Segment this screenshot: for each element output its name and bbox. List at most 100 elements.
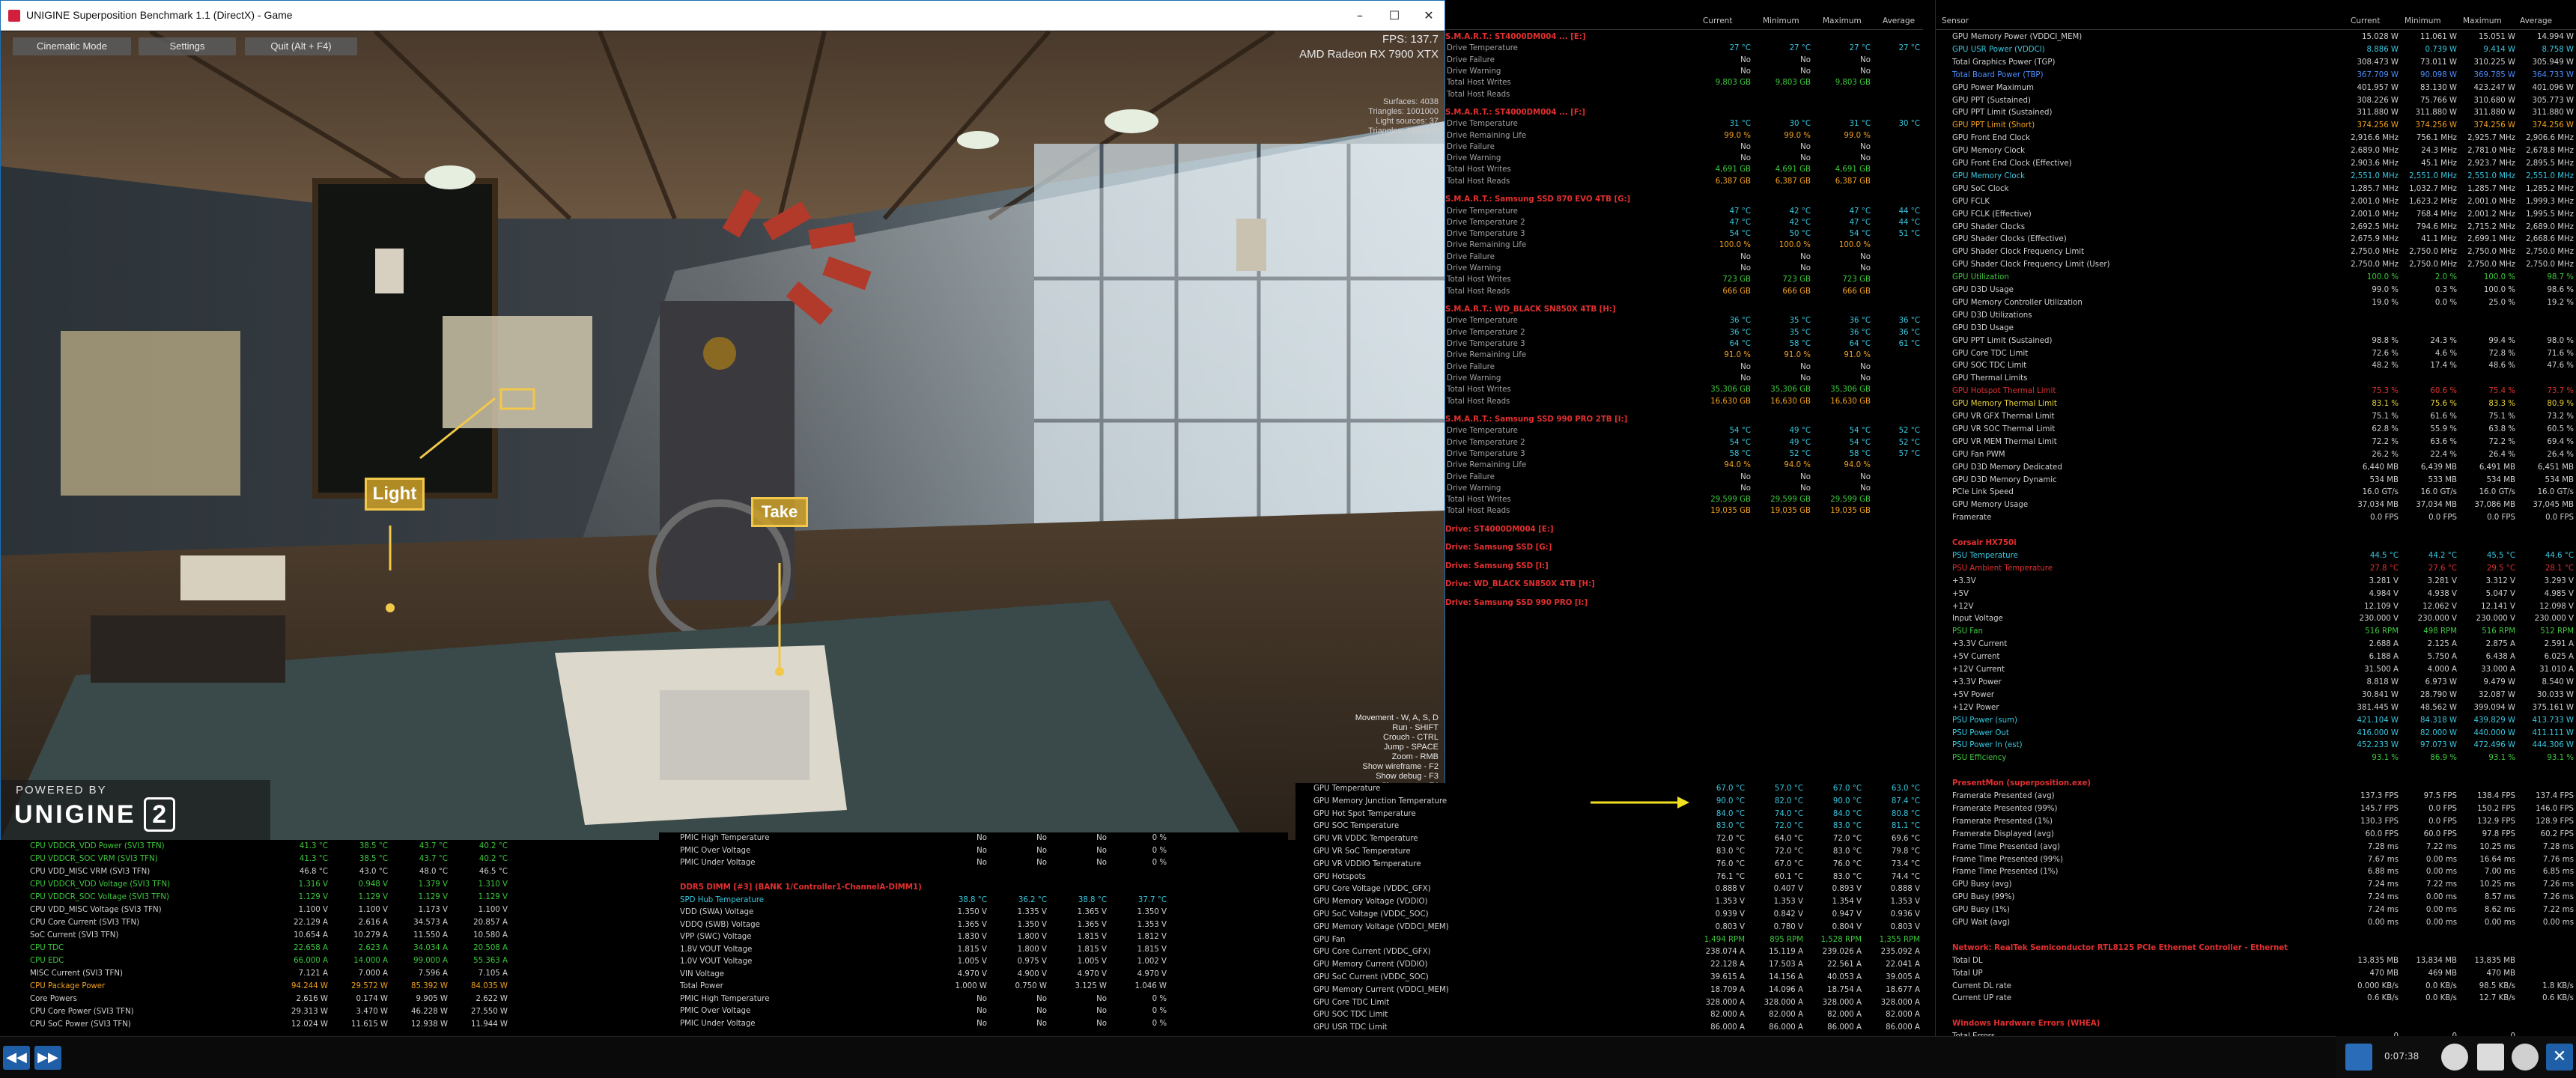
sensor-row[interactable]: CPU EDC 66.000 A 14.000 A 99.000 A 55.363 A	[0, 954, 651, 967]
header-current[interactable]: Current	[2351, 16, 2380, 25]
sensor-row[interactable]: GPU SoC Clock 1,285.7 MHz 1,032.7 MHz 1,285…	[1936, 183, 2576, 196]
settings-button[interactable]: Settings	[139, 37, 236, 55]
sensor-row[interactable]: Frame Time Presented (99%) 7.67 ms 0.00 ms…	[1936, 854, 2576, 867]
sensor-row[interactable]: PMIC Under Voltage No No No 0 %	[659, 1018, 1288, 1031]
sensor-row[interactable]: Core Powers 2.616 W 0.174 W 9.905 W 2.622 W	[0, 993, 651, 1005]
sensor-row[interactable]: Total Host Writes 723 GB 723 GB 723 GB	[1445, 274, 1923, 285]
game-window[interactable]: UNIGINE Superposition Benchmark 1.1 (Dir…	[0, 0, 1445, 840]
sensor-row[interactable]: +3.3V Current 2.688 A 2.125 A 2.875 A 2.591 …	[1936, 639, 2576, 651]
sensor-row[interactable]: Current UP rate 0.6 KB/s 0.0 KB/s 12.7 KB/s…	[1936, 993, 2576, 1005]
sensor-row[interactable]: Drive Temperature 2 54 °C 49 °C 54 °C 52 °C	[1445, 437, 1923, 448]
sensor-row[interactable]: Total Graphics Power (TGP) 308.473 W 73.01…	[1936, 57, 2576, 70]
sensor-row[interactable]: GPU VR MEM Thermal Limit 72.2 % 63.6 % 72.2…	[1936, 436, 2576, 449]
sensor-row[interactable]: +3.3V Power 8.818 W 6.973 W 9.479 W 8.540 W	[1936, 677, 2576, 689]
sensor-row[interactable]	[1936, 1005, 2576, 1018]
network-icon[interactable]	[2345, 1044, 2372, 1071]
sensor-row[interactable]: GPU Front End Clock 2,916.6 MHz 756.1 MHz 2…	[1936, 133, 2576, 145]
sensor-row[interactable]: +12V Power 381.445 W 48.562 W 399.094 W 375.…	[1936, 702, 2576, 715]
sensor-row[interactable]: GPU SoC Current (VDDC_SOC) 39.615 A 14.156…	[1295, 972, 1923, 984]
sensor-row[interactable]: GPU Memory Current (VDDCI_MEM) 18.709 A 14…	[1295, 984, 1923, 997]
sensor-row[interactable]: Framerate Presented (99%) 145.7 FPS 0.0 FP…	[1936, 803, 2576, 816]
sensor-row[interactable]: Framerate Presented (1%) 130.3 FPS 0.0 FPS…	[1936, 816, 2576, 829]
sensor-row[interactable]: PSU Temperature 44.5 °C 44.2 °C 45.5 °C 44.6…	[1936, 550, 2576, 563]
sensor-row[interactable]: GPU VR VDDC Temperature 72.0 °C 64.0 °C 72.…	[1295, 833, 1923, 846]
report-icon[interactable]	[2477, 1044, 2504, 1071]
sensor-row[interactable]: Input Voltage 230.000 V 230.000 V 230.000 V…	[1936, 613, 2576, 626]
sensor-row[interactable]: Corsair HX750i	[1936, 538, 2576, 550]
sensor-row[interactable]: CPU VDD_MISC Voltage (SVI3 TFN) 1.100 V 1.…	[0, 904, 651, 916]
sensor-row[interactable]: GPU FCLK 2,001.0 MHz 1,623.2 MHz 2,001.0 MH…	[1936, 196, 2576, 209]
sensor-row[interactable]: Total Host Reads 19,035 GB 19,035 GB 19,035…	[1445, 505, 1923, 517]
sensor-row[interactable]: GPU Memory Voltage (VDDIO) 1.353 V 1.353 V…	[1295, 896, 1923, 909]
sensor-row[interactable]: Drive Temperature 3 54 °C 50 °C 54 °C 51 °C	[1445, 228, 1923, 240]
sensor-row[interactable]: Drive Failure No No No	[1445, 141, 1923, 153]
sensor-row[interactable]: 1.0V VOUT Voltage 1.005 V 0.975 V 1.005 V 1.…	[659, 956, 1288, 969]
sensor-row[interactable]	[659, 870, 1288, 883]
sensor-row[interactable]: PMIC High Temperature No No No 0 %	[659, 993, 1288, 1006]
sensor-row[interactable]: GPU FCLK (Effective) 2,001.0 MHz 768.4 MHz…	[1936, 209, 2576, 222]
sensor-row[interactable]: GPU Thermal Limits	[1936, 373, 2576, 386]
sensor-row[interactable]: Framerate Presented (avg) 137.3 FPS 97.5 F…	[1936, 791, 2576, 803]
sensor-row[interactable]: GPU Hotspots 76.1 °C 60.1 °C 83.0 °C 74.4 °C	[1295, 871, 1923, 884]
sensor-row[interactable]: GPU D3D Usage	[1936, 323, 2576, 335]
sensor-row[interactable]: GPU D3D Usage 99.0 % 0.3 % 100.0 % 98.6 %	[1936, 284, 2576, 297]
sensor-row[interactable]: GPU Front End Clock (Effective) 2,903.6 M…	[1936, 158, 2576, 171]
header-minimum[interactable]: Minimum	[1763, 16, 1799, 25]
sensor-row[interactable]: Total Host Writes 29,599 GB 29,599 GB 29,59…	[1445, 494, 1923, 505]
sensor-row[interactable]: PSU Efficiency 93.1 % 86.9 % 93.1 % 93.1 %	[1936, 752, 2576, 765]
sensor-row[interactable]: GPU D3D Utilizations	[1936, 310, 2576, 323]
hwinfo-gpu-pane[interactable]: GPU Temperature 67.0 °C 57.0 °C 67.0 °C 63.0…	[1295, 783, 1923, 1036]
sensor-row[interactable]: SoC Current (SVI3 TFN) 10.654 A 10.279 A 11…	[0, 929, 651, 942]
sensor-row[interactable]: CPU VDDCR_SOC Voltage (SVI3 TFN) 1.129 V 1…	[0, 891, 651, 904]
sensor-row[interactable]: +12V Current 31.500 A 4.000 A 33.000 A 31.01…	[1936, 664, 2576, 677]
sensor-row[interactable]: GPU Memory Controller Utilization 19.0 % 0…	[1936, 297, 2576, 310]
sensor-group-header[interactable]: S.M.A.R.T.: ST4000DM004 ... [F:]	[1445, 107, 1585, 118]
hwinfo-cpu-pane[interactable]: CPU VDDCR_VDD Power (SVI3 TFN) 41.3 °C 38.…	[0, 840, 651, 1036]
sensor-row[interactable]: VDDQ (SWB) Voltage 1.365 V 1.350 V 1.365 V 1…	[659, 919, 1288, 932]
sensor-row[interactable]: Drive Failure No No No	[1445, 472, 1923, 483]
clock-icon[interactable]	[2441, 1044, 2468, 1071]
sensor-row[interactable]: GPU Memory Power (VDDCI_MEM) 15.028 W 11.0…	[1936, 31, 2576, 44]
sensor-row[interactable]: GPU VR SOC Thermal Limit 62.8 % 55.9 % 63.8…	[1936, 424, 2576, 436]
sensor-group-header[interactable]: Drive: ST4000DM004 [E:]	[1445, 524, 1554, 535]
header-current[interactable]: Current	[1703, 16, 1732, 25]
sensor-row[interactable]: GPU Busy (avg) 7.24 ms 7.22 ms 10.25 ms 7.26…	[1936, 879, 2576, 892]
game-titlebar[interactable]: UNIGINE Superposition Benchmark 1.1 (Dir…	[1, 1, 1445, 31]
sensor-row[interactable]: GPU D3D Memory Dynamic 534 MB 533 MB 534 MB…	[1936, 475, 2576, 487]
sensor-row[interactable]: SPD Hub Temperature 38.8 °C 36.2 °C 38.8 °C…	[659, 895, 1288, 907]
sensor-row[interactable]: Drive Failure No No No	[1445, 362, 1923, 373]
sensor-row[interactable]: GPU PPT (Sustained) 308.226 W 75.766 W 310.…	[1936, 95, 2576, 108]
header-maximum[interactable]: Maximum	[1823, 16, 1862, 25]
sensor-row[interactable]: +5V Current 6.188 A 5.750 A 6.438 A 6.025 A	[1936, 651, 2576, 664]
sensor-row[interactable]: CPU TDC 22.658 A 2.623 A 34.034 A 20.508 A	[0, 942, 651, 954]
cinematic-mode-button[interactable]: Cinematic Mode	[13, 37, 131, 55]
sensor-row[interactable]: Framerate 0.0 FPS 0.0 FPS 0.0 FPS 0.0 FPS	[1936, 512, 2576, 525]
sensor-row[interactable]: Total Host Writes 4,691 GB 4,691 GB 4,691 G…	[1445, 164, 1923, 175]
sensor-row[interactable]	[1936, 765, 2576, 778]
sensor-row[interactable]: Total Host Reads 6,387 GB 6,387 GB 6,387 GB	[1445, 176, 1923, 187]
sensor-row[interactable]: Drive Remaining Life 99.0 % 99.0 % 99.0 %	[1445, 130, 1923, 141]
sensor-row[interactable]: GPU SoC Voltage (VDDC_SOC) 0.939 V 0.842 V…	[1295, 909, 1923, 922]
header-sensor[interactable]: Sensor	[1942, 16, 1969, 25]
sensor-row[interactable]: GPU Busy (1%) 7.24 ms 0.00 ms 8.62 ms 7.22 m…	[1936, 904, 2576, 917]
sensor-row[interactable]: CPU VDD_MISC VRM (SVI3 TFN) 46.8 °C 43.0 °…	[0, 865, 651, 878]
sensor-row[interactable]: PMIC Under Voltage No No No 0 %	[659, 857, 1288, 870]
sensor-row[interactable]: Drive Remaining Life 100.0 % 100.0 % 100.0 …	[1445, 240, 1923, 251]
sensor-group-header[interactable]: S.M.A.R.T.: Samsung SSD 870 EVO 4TB [G:]	[1445, 194, 1630, 205]
sensor-row[interactable]: GPU PPT Limit (Short) 374.256 W 374.256 W 3…	[1936, 120, 2576, 133]
sensor-row[interactable]: PSU Ambient Temperature 27.8 °C 27.6 °C 29.…	[1936, 563, 2576, 576]
sensor-row[interactable]: GPU Shader Clock Frequency Limit (User) 2…	[1936, 259, 2576, 272]
sensor-group-header[interactable]: Drive: Samsung SSD [I:]	[1445, 561, 1549, 572]
game-scene[interactable]: Cinematic Mode Settings Quit (Alt + F4) …	[1, 31, 1445, 840]
sensor-row[interactable]: GPU Core TDC Limit 72.6 % 4.6 % 72.8 % 71.6 …	[1936, 348, 2576, 361]
sensor-row[interactable]: Drive Temperature 47 °C 42 °C 47 °C 44 °C	[1445, 206, 1923, 217]
sensor-row[interactable]: Total Host Reads 666 GB 666 GB 666 GB	[1445, 286, 1923, 297]
sensor-row[interactable]: PCIe Link Speed 16.0 GT/s 16.0 GT/s 16.0 GT…	[1936, 487, 2576, 499]
take-hotspot-label[interactable]: Take	[751, 497, 808, 527]
close-button[interactable]: ✕	[1412, 1, 1446, 31]
sensor-row[interactable]: Current DL rate 0.000 KB/s 0.0 KB/s 98.5 KB…	[1936, 981, 2576, 993]
sensor-row[interactable]: Framerate Displayed (avg) 60.0 FPS 60.0 FP…	[1936, 829, 2576, 841]
sensor-row[interactable]	[1936, 930, 2576, 943]
sensor-row[interactable]: +3.3V 3.281 V 3.281 V 3.312 V 3.293 V	[1936, 576, 2576, 588]
sensor-row[interactable]: Windows Hardware Errors (WHEA)	[1936, 1018, 2576, 1031]
